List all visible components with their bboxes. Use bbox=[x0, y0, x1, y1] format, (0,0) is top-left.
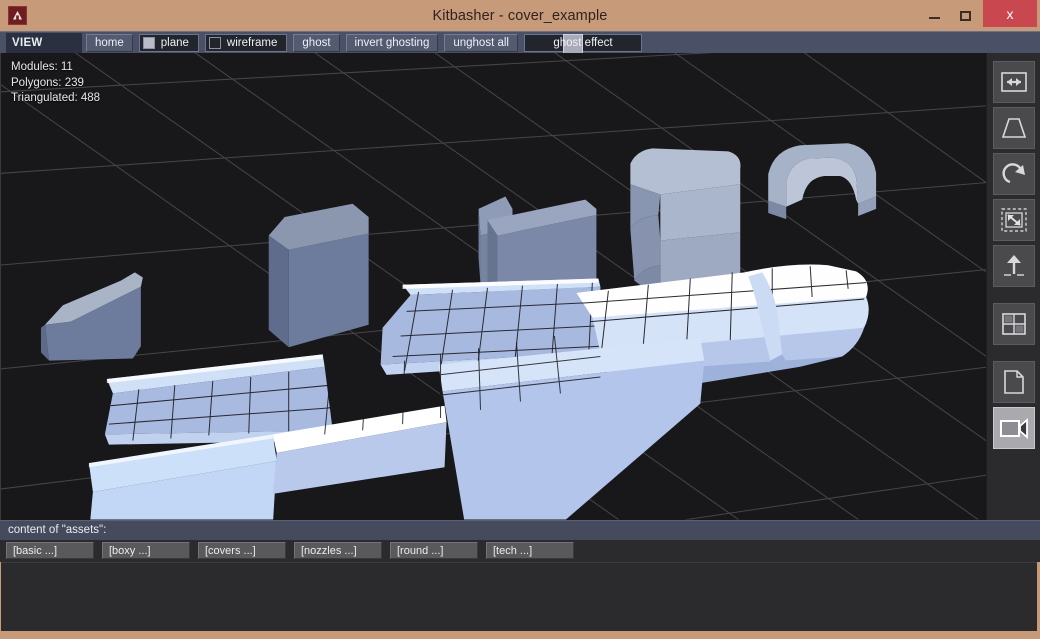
window-title: Kitbasher - cover_example bbox=[0, 8, 1040, 24]
assets-panel-header: content of "assets": bbox=[0, 520, 1040, 540]
minimize-icon bbox=[929, 17, 940, 19]
new-page-icon[interactable] bbox=[993, 361, 1035, 403]
view-toolbar-label: VIEW bbox=[6, 33, 82, 53]
application-window: Kitbasher - cover_example x VIEW home pl… bbox=[0, 0, 1040, 639]
assets-thumbnail-area[interactable] bbox=[1, 562, 1037, 632]
asset-category-basic[interactable]: [basic ...] bbox=[6, 542, 94, 559]
viewport-3d[interactable]: Modules: 11 Polygons: 239 Triangulated: … bbox=[1, 53, 986, 520]
asset-category-boxy[interactable]: [boxy ...] bbox=[102, 542, 190, 559]
app-logo-icon bbox=[8, 6, 27, 25]
main-body: Modules: 11 Polygons: 239 Triangulated: … bbox=[0, 53, 1040, 520]
asset-category-round[interactable]: [round ...] bbox=[390, 542, 478, 559]
window-controls: x bbox=[919, 0, 1040, 31]
stat-triangulated: Triangulated: 488 bbox=[11, 91, 100, 107]
stat-modules: Modules: 11 bbox=[11, 60, 100, 76]
taper-icon[interactable] bbox=[993, 107, 1035, 149]
module-cover bbox=[269, 204, 369, 348]
viewport-stats: Modules: 11 Polygons: 239 Triangulated: … bbox=[11, 60, 100, 107]
subdivide-icon[interactable] bbox=[993, 303, 1035, 345]
move-icon[interactable] bbox=[993, 61, 1035, 103]
ghost-effect-label: ghost effect bbox=[553, 37, 612, 49]
window-frame-bottom bbox=[0, 634, 1040, 639]
asset-category-covers[interactable]: [covers ...] bbox=[198, 542, 286, 559]
checkbox-box-unchecked bbox=[209, 37, 221, 49]
extrude-icon[interactable] bbox=[993, 245, 1035, 287]
home-button[interactable]: home bbox=[86, 34, 133, 52]
stat-polygons: Polygons: 239 bbox=[11, 76, 100, 92]
unghost-all-button[interactable]: unghost all bbox=[444, 34, 518, 52]
minimize-button[interactable] bbox=[919, 0, 949, 31]
wireframe-checkbox-label: wireframe bbox=[227, 37, 277, 49]
asset-category-nozzles[interactable]: [nozzles ...] bbox=[294, 542, 382, 559]
viewport-render bbox=[1, 53, 986, 520]
maximize-button[interactable] bbox=[949, 0, 981, 31]
view-toolbar: VIEW home plane wireframe ghost invert g… bbox=[0, 31, 1040, 53]
ghost-button[interactable]: ghost bbox=[293, 34, 339, 52]
plane-checkbox-label: plane bbox=[161, 37, 189, 49]
tool-rail bbox=[986, 53, 1040, 520]
scale-icon[interactable] bbox=[993, 199, 1035, 241]
rotate-icon[interactable] bbox=[993, 153, 1035, 195]
invert-ghosting-button[interactable]: invert ghosting bbox=[346, 34, 439, 52]
wireframe-checkbox[interactable]: wireframe bbox=[205, 34, 287, 52]
ghost-effect-slider[interactable]: ghost effect bbox=[524, 34, 642, 52]
maximize-icon bbox=[960, 11, 971, 21]
close-button[interactable]: x bbox=[983, 0, 1037, 27]
module-cover bbox=[630, 148, 740, 288]
assets-category-row: [basic ...] [boxy ...] [covers ...] [noz… bbox=[0, 540, 1040, 562]
camera-icon[interactable] bbox=[993, 407, 1035, 449]
plane-checkbox[interactable]: plane bbox=[139, 34, 199, 52]
title-bar: Kitbasher - cover_example x bbox=[0, 0, 1040, 31]
asset-category-tech[interactable]: [tech ...] bbox=[486, 542, 574, 559]
checkbox-box-checked bbox=[143, 37, 155, 49]
